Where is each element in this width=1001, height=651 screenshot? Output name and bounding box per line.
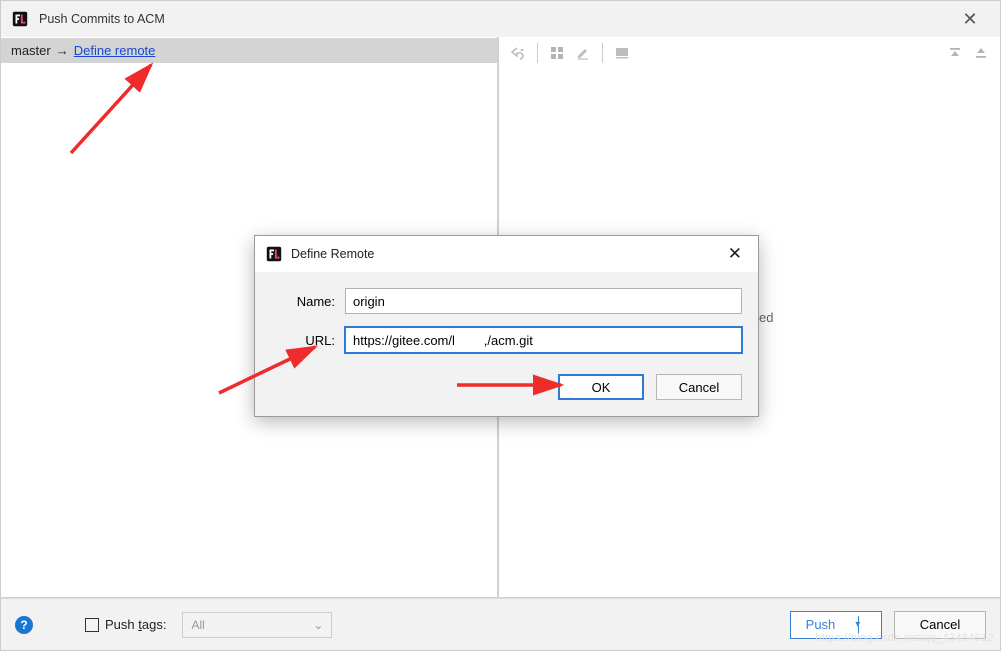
url-input[interactable] [345,327,742,353]
window-close-icon[interactable]: ✕ [950,9,990,30]
caret-down-icon: ▾ [855,619,860,630]
dialog-titlebar: Define Remote ✕ [255,236,758,272]
dialog-body: Name: URL: [255,272,758,370]
chevron-down-icon: ⌄ [313,618,323,632]
push-tags-checkbox[interactable]: Push tags: [85,617,166,632]
define-remote-dialog: Define Remote ✕ Name: URL: OK Cancel [254,235,759,417]
dialog-title: Define Remote [291,247,722,261]
help-icon[interactable]: ? [15,616,33,634]
arrow-icon: → [56,43,69,58]
name-input[interactable] [345,288,742,314]
ok-button[interactable]: OK [558,374,644,400]
checkbox-icon[interactable] [85,618,99,632]
window-titlebar: Push Commits to ACM ✕ [1,1,1000,37]
dialog-close-icon[interactable]: ✕ [722,244,748,264]
window-title: Push Commits to ACM [39,12,950,26]
define-remote-link[interactable]: Define remote [74,43,156,58]
branch-label: master [11,43,51,58]
combo-value: All [191,618,204,632]
name-label: Name: [271,294,335,309]
name-field-row: Name: [271,288,742,314]
url-label: URL: [271,333,335,348]
dialog-cancel-button[interactable]: Cancel [656,374,742,400]
app-icon [265,245,283,263]
branch-row[interactable]: master → Define remote [1,38,497,63]
dialog-buttons: OK Cancel [255,370,758,416]
url-field-row: URL: [271,327,742,353]
push-tags-combo[interactable]: All ⌄ [182,612,332,638]
app-icon [11,10,29,28]
watermark: https://blog.csdn.net/qq_43484912 [815,632,994,644]
